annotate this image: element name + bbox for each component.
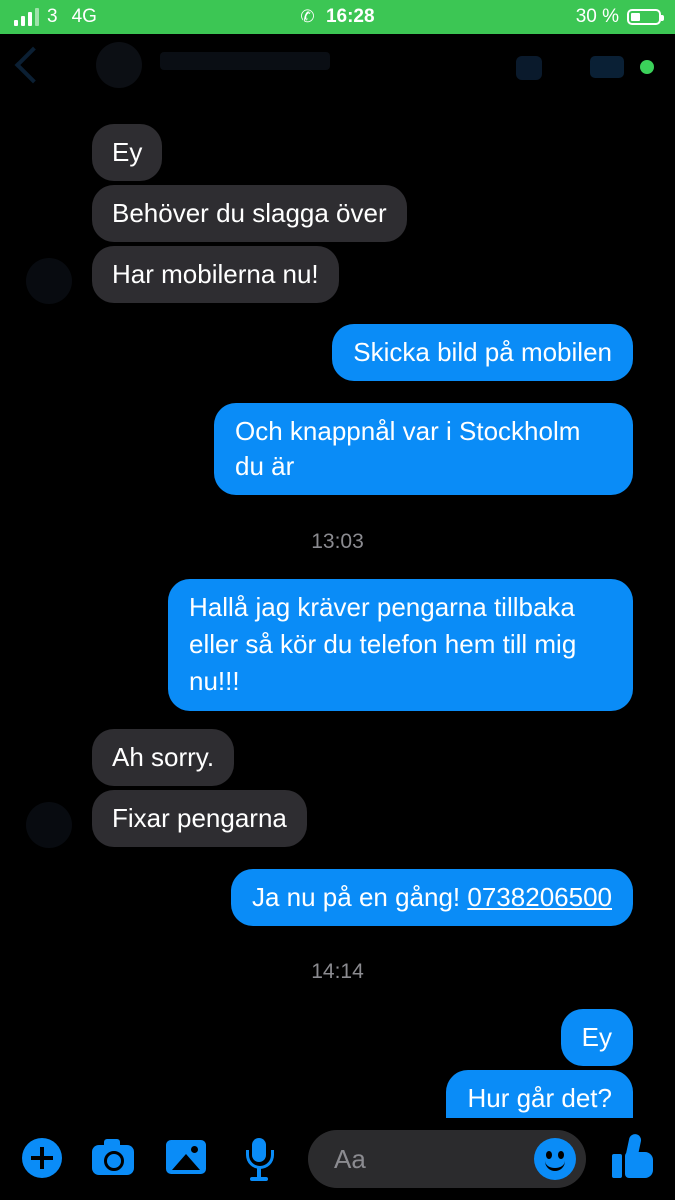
message-outgoing[interactable]: Ey [560,1009,633,1066]
message-text: Ey [581,1022,612,1052]
message-incoming[interactable]: Fixar pengarna [92,790,307,847]
message-text: Hur går det? [467,1083,612,1113]
message-text: Hallå jag kräver pengarna tillbaka eller… [189,592,577,696]
message-incoming[interactable]: Ey [92,124,163,181]
video-call-button[interactable] [590,56,624,78]
battery-icon [627,9,664,25]
microphone-icon[interactable] [244,1138,274,1182]
message-incoming[interactable]: Behöver du slagga över [92,185,407,242]
online-status-dot [640,60,654,74]
message-outgoing[interactable]: Och knappnål var i Stockholm du är [214,403,633,495]
phone-call-icon: ✆ [300,7,315,26]
battery-percent: 30 % [575,6,619,27]
conversation-header [0,34,675,100]
message-outgoing[interactable]: Skicka bild på mobilen [332,324,633,381]
plus-icon[interactable] [22,1138,62,1178]
message-text: Har mobilerna nu! [112,259,319,289]
message-text: Behöver du slagga över [112,198,387,228]
image-icon[interactable] [166,1140,206,1174]
message-text: Och knappnål var i Stockholm du är [235,416,581,481]
message-timestamp: 13:03 [311,530,364,553]
message-outgoing[interactable]: Hur går det? [446,1070,633,1118]
message-outgoing[interactable]: Hallå jag kräver pengarna tillbaka eller… [168,579,633,711]
contact-name-obscured[interactable] [160,52,330,70]
message-text: Ey [112,137,143,167]
message-text: Skicka bild på mobilen [353,337,612,367]
message-incoming[interactable]: Ah sorry. [92,729,235,786]
sender-avatar[interactable] [26,258,72,304]
message-text: Ja nu på en gång! [251,882,461,912]
composer-bar: Aa [0,1118,675,1200]
phone-call-button[interactable] [516,56,542,80]
message-text: Ah sorry. [112,742,215,772]
phone-number-link[interactable]: 0738206500 [467,882,612,912]
message-timestamp: 14:14 [311,960,364,983]
thumbs-up-icon[interactable] [612,1132,654,1180]
emoji-icon[interactable] [534,1138,576,1180]
sender-avatar[interactable] [26,802,72,848]
contact-avatar[interactable] [96,42,142,88]
message-incoming[interactable]: Har mobilerna nu! [92,246,339,303]
status-bar: 3 4G ✆ 16:28 30 % [0,0,675,34]
message-outgoing[interactable]: Ja nu på en gång! 0738206500 [230,869,633,926]
back-arrow-icon[interactable] [14,46,52,84]
message-text: Fixar pengarna [112,803,287,833]
status-time: 16:28 [325,6,375,27]
camera-icon[interactable] [92,1139,134,1175]
